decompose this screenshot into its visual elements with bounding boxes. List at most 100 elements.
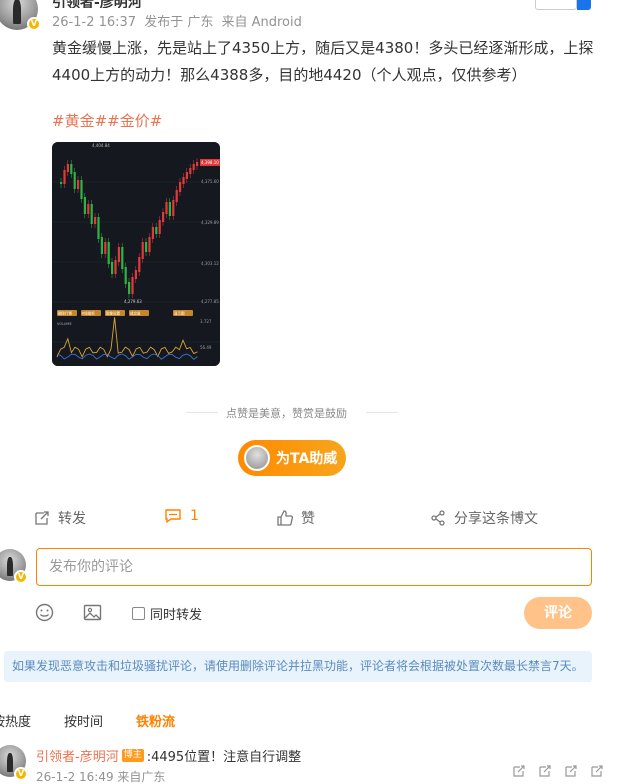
submit-comment-button[interactable]: 评论 (524, 597, 592, 629)
comment-repost-icon[interactable] (512, 764, 526, 778)
chart-btn-0: 删除行情 (58, 311, 72, 316)
candle-body (73, 172, 76, 189)
candle-body (66, 164, 69, 172)
candle-body (97, 217, 100, 239)
chart-svg: 4,404.84 4,398.10 4,375.60 4,329.89 4,30… (52, 142, 220, 366)
candle-body (172, 200, 175, 216)
comment-author[interactable]: 引领者-彦明河 (36, 746, 119, 765)
candle-body (145, 242, 148, 252)
emoji-button[interactable] (35, 603, 54, 626)
post-meta: 26-1-2 16:37 发布于 广东 来自 Android (52, 11, 302, 30)
chart-label-p7: 56.49 (200, 345, 212, 350)
follow-button[interactable] (535, 0, 577, 10)
chart-label-p5: 4,277.85 (201, 299, 219, 304)
also-repost-label: 同时转发 (150, 608, 203, 623)
post-location: 发布于 广东 (144, 15, 214, 30)
comment-more-icon[interactable] (590, 764, 604, 778)
like-hint-text: 点赞是美意，赞赏是鼓励 (226, 407, 347, 420)
comment-item: 引领者-彦明河 博主 :4495位置！注意自行调整 (36, 746, 301, 765)
support-author-button[interactable]: 为TA助威 (238, 440, 346, 476)
chart-btn-3: 成交量 (130, 311, 141, 316)
chart-label-p4: 4,303.12 (201, 261, 219, 266)
candle-body (114, 260, 117, 274)
candle-body (162, 212, 165, 222)
sort-tab-hot[interactable]: 按热度 (0, 711, 31, 730)
chart-btn-4: 显示图 (174, 312, 185, 316)
chart-btn-2: 图像设置 (106, 311, 120, 316)
candle-body (83, 197, 86, 214)
candle-body (80, 180, 83, 199)
candle-body (117, 247, 120, 262)
comment-actions (512, 764, 604, 778)
candle-body (131, 277, 134, 294)
candle-body (128, 282, 131, 294)
comment-reply-icon[interactable] (538, 764, 552, 778)
comment-count: 1 (190, 508, 199, 524)
candle-body (121, 247, 124, 269)
candle-body (189, 168, 192, 174)
candle-body (134, 270, 137, 279)
thumbs-up-icon (277, 510, 293, 526)
hint-line-right (366, 412, 398, 413)
also-repost-option[interactable]: 同时转发 (132, 604, 202, 623)
like-action[interactable]: 赞 (277, 508, 315, 528)
author-name[interactable]: 引领者-彦明河 (52, 0, 142, 8)
image-upload-button[interactable] (83, 603, 102, 626)
post-hashtags[interactable]: #黄金##金价# (52, 110, 162, 131)
candle-body (196, 162, 199, 166)
support-button-label: 为TA助威 (276, 451, 338, 467)
candle-body (165, 202, 168, 214)
candle-body (158, 220, 161, 234)
like-label: 赞 (301, 511, 315, 527)
chart-label-current: 4,398.10 (201, 160, 219, 165)
candle-body (70, 164, 73, 174)
comment-input[interactable] (37, 549, 591, 585)
post-source: 来自 Android (221, 15, 302, 30)
chart-label-low: 4,279.63 (124, 299, 142, 304)
repost-label: 转发 (58, 511, 86, 527)
candle-body (94, 217, 97, 224)
comment-like-icon[interactable] (564, 764, 578, 778)
image-icon (83, 604, 102, 621)
candle-body (100, 237, 103, 254)
top-right-accent[interactable] (577, 0, 591, 10)
comment-text: :4495位置！注意自行调整 (146, 750, 302, 765)
post-text: 黄金缓慢上涨，先是站上了4350上方，随后又是4380！多头已经逐渐形成，上探4… (52, 39, 594, 84)
repost-icon (35, 511, 49, 525)
sort-tab-fans[interactable]: 铁粉流 (136, 711, 175, 730)
candle-body (155, 227, 158, 234)
comment-input-box[interactable] (36, 548, 592, 586)
candle-body (77, 180, 80, 189)
smiley-icon (35, 603, 54, 622)
candle-body (124, 267, 127, 284)
candle-body (141, 242, 144, 259)
candle-body (151, 227, 154, 239)
post-image-chart[interactable]: 4,404.84 4,398.10 4,375.60 4,329.89 4,30… (52, 142, 220, 366)
verified-badge-icon: V (27, 17, 41, 31)
post-timestamp[interactable]: 26-1-2 16:37 (52, 15, 136, 30)
candle-body (192, 164, 195, 170)
chart-label-p6: 3.727 (200, 319, 212, 324)
chart-label-p3: 4,329.89 (201, 220, 219, 225)
candle-body (148, 237, 151, 252)
sort-tab-time[interactable]: 按时间 (64, 711, 103, 730)
candle-body (168, 202, 171, 216)
candle-body (104, 242, 107, 254)
share-action[interactable]: 分享这条博文 (430, 508, 538, 528)
chart-btn-1: K线指标 (82, 311, 95, 316)
repost-action[interactable]: 转发 (34, 508, 86, 528)
commenter-verified-icon: V (14, 570, 28, 584)
candle-body (63, 170, 66, 184)
candle-body (87, 204, 90, 214)
share-icon (431, 510, 445, 526)
candle-body (60, 182, 63, 184)
candle-body (107, 242, 110, 264)
support-avatar (244, 445, 270, 471)
also-repost-checkbox[interactable] (132, 607, 145, 620)
chart-sub-label: VOLUME (57, 322, 72, 326)
comment-policy-notice: 如果发现恶意攻击和垃圾骚扰评论，请使用删除评论并拉黑功能，评论者将会根据被处置次… (4, 651, 592, 682)
chart-label-p2: 4,375.60 (201, 179, 219, 184)
candle-body (179, 182, 182, 192)
comment-author-badge: 博主 (121, 749, 144, 762)
comment-action[interactable]: 1 (164, 508, 199, 524)
